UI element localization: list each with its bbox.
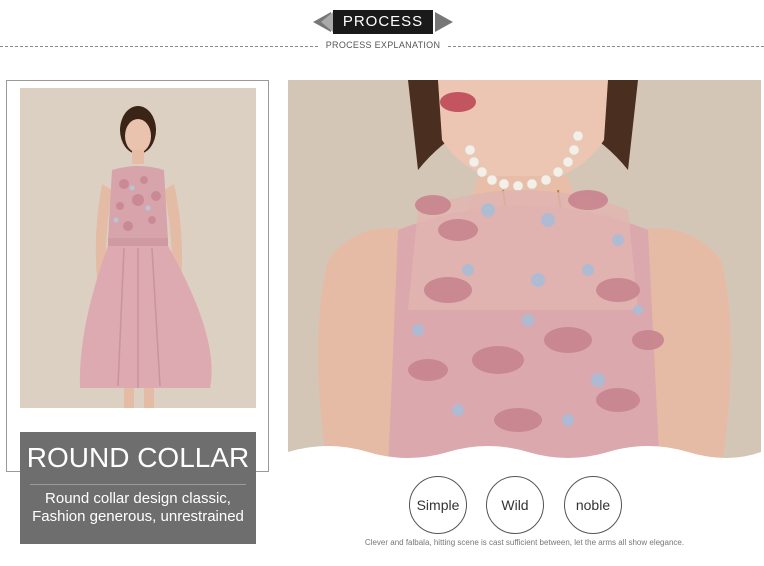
info-divider (30, 484, 246, 485)
feature-description-line-1: Round collar design classic, (45, 490, 231, 507)
photo-caption: Clever and falbala, hitting scene is cas… (364, 538, 685, 547)
feature-circle-wild: Wild (486, 476, 544, 534)
section-subtitle: PROCESS EXPLANATION (325, 40, 441, 50)
dashed-divider-right (448, 46, 764, 47)
process-badge: PROCESS (333, 10, 433, 34)
collar-closeup-illustration (288, 80, 761, 472)
feature-title: ROUND COLLAR (26, 442, 250, 473)
right-arrow-decoration (435, 12, 453, 32)
dashed-divider-left (0, 46, 318, 47)
feature-info-box: ROUND COLLAR Round collar design classic… (20, 432, 256, 544)
feature-description-line-2: Fashion generous, unrestrained (32, 508, 244, 525)
section-header: PROCESS PROCESS EXPLANATION (0, 0, 764, 60)
full-dress-photo (20, 88, 256, 408)
left-arrow-decoration (313, 12, 333, 32)
collar-closeup-photo (288, 80, 761, 472)
process-badge-wrap: PROCESS (313, 10, 453, 34)
feature-circle-noble: noble (564, 476, 622, 534)
model-full-figure-illustration (20, 88, 256, 408)
feature-circle-simple: Simple (409, 476, 467, 534)
